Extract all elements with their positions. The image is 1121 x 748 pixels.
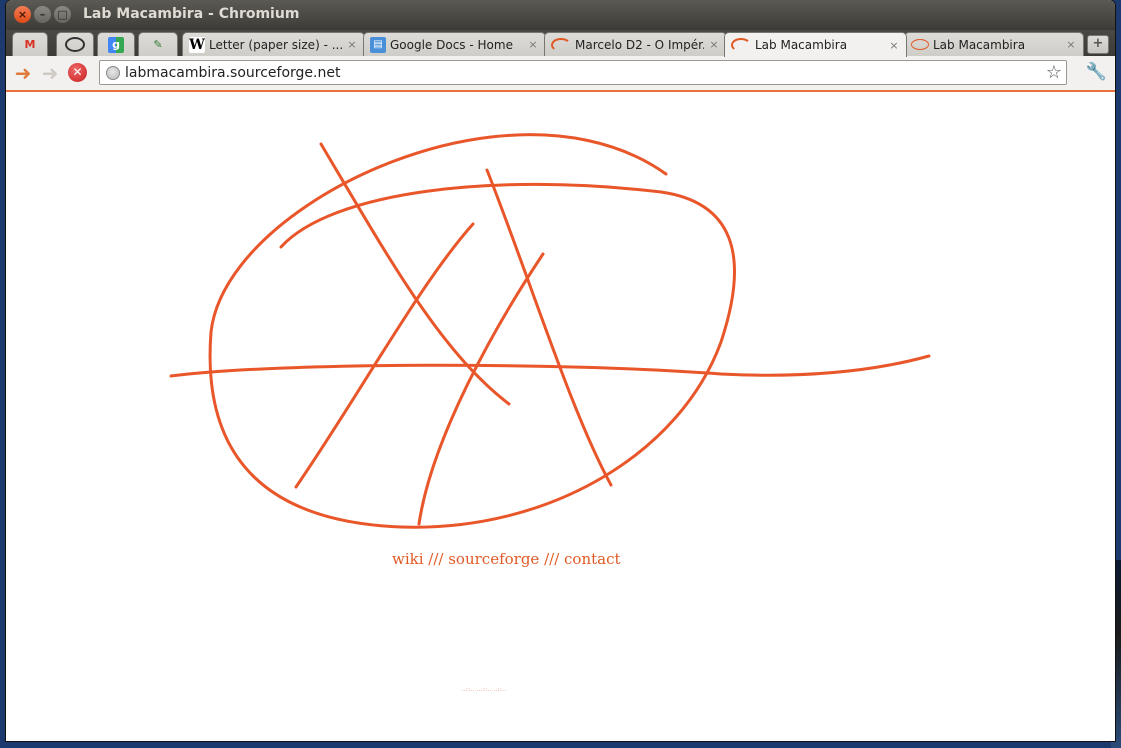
browser-window: × – □ Lab Macambira - Chromium M g ✎ W L… <box>6 0 1115 741</box>
close-icon[interactable]: × <box>708 38 720 51</box>
close-icon[interactable]: × <box>1065 38 1077 51</box>
link-separator: /// <box>539 550 565 568</box>
window-controls: × – □ <box>14 6 71 23</box>
wikipedia-icon: W <box>189 36 205 53</box>
address-bar[interactable]: labmacambira.sourceforge.net ☆ <box>99 60 1067 85</box>
close-icon[interactable]: × <box>527 38 539 51</box>
tab-gmail[interactable]: M <box>12 32 48 56</box>
title-bar: × – □ Lab Macambira - Chromium <box>6 0 1115 30</box>
footer-ornament: ..::.. ...::.. ..::.. <box>462 687 507 693</box>
tab-strip: M g ✎ W Letter (paper size) - ... × ▤ Go… <box>6 30 1115 57</box>
tab-lab-macambira-active[interactable]: Lab Macambira × <box>724 32 907 57</box>
contact-link[interactable]: contact <box>564 550 621 568</box>
macambira-icon <box>911 39 929 50</box>
wrench-icon[interactable]: 🔧 <box>1086 62 1107 82</box>
stop-loading-button[interactable]: ✕ <box>68 63 87 82</box>
globe-badge-icon <box>65 37 85 52</box>
close-icon[interactable]: × <box>346 38 358 51</box>
feather-icon: ✎ <box>153 38 163 51</box>
tab-marcelo-d2[interactable]: Marcelo D2 - O Impér... × <box>544 32 727 56</box>
tab-pinned-4[interactable]: ✎ <box>138 32 178 56</box>
tab-label: Google Docs - Home <box>390 37 513 52</box>
loading-icon <box>551 37 571 52</box>
tab-label: Lab Macambira <box>933 37 1026 52</box>
new-tab-button[interactable]: + <box>1087 35 1109 54</box>
tab-pinned-2[interactable] <box>56 32 94 56</box>
nav-links: wiki /// sourceforge /// contact <box>392 550 621 568</box>
docs-icon: ▤ <box>370 36 386 53</box>
page-content: wiki /// sourceforge /// contact ..::.. … <box>6 92 1115 741</box>
close-icon[interactable]: × <box>888 39 900 52</box>
tab-wikipedia[interactable]: W Letter (paper size) - ... × <box>182 32 365 56</box>
tab-label: Lab Macambira <box>755 38 848 52</box>
url-text[interactable]: labmacambira.sourceforge.net <box>125 65 1046 81</box>
maximize-window-button[interactable]: □ <box>54 6 71 23</box>
tab-label: Marcelo D2 - O Impér... <box>575 37 704 52</box>
window-title: Lab Macambira - Chromium <box>83 6 300 22</box>
back-button[interactable]: ➜ <box>12 62 34 84</box>
tab-lab-macambira[interactable]: Lab Macambira × <box>904 32 1084 56</box>
browser-toolbar: ➜ ➜ ✕ labmacambira.sourceforge.net ☆ 🔧 <box>6 56 1115 92</box>
tab-google[interactable]: g <box>97 32 135 56</box>
sourceforge-link[interactable]: sourceforge <box>448 550 539 568</box>
google-icon: g <box>108 36 124 53</box>
macambira-logo <box>169 133 931 529</box>
globe-icon <box>106 65 120 80</box>
loading-icon <box>731 38 751 52</box>
wiki-link[interactable]: wiki <box>392 550 424 568</box>
forward-button[interactable]: ➜ <box>39 62 61 84</box>
tab-label: Letter (paper size) - ... <box>209 37 342 52</box>
close-window-button[interactable]: × <box>14 6 31 23</box>
minimize-window-button[interactable]: – <box>34 6 51 23</box>
bookmark-star-icon[interactable]: ☆ <box>1046 62 1062 83</box>
gmail-icon: M <box>24 38 36 51</box>
tab-google-docs[interactable]: ▤ Google Docs - Home × <box>363 32 546 56</box>
link-separator: /// <box>423 550 449 568</box>
